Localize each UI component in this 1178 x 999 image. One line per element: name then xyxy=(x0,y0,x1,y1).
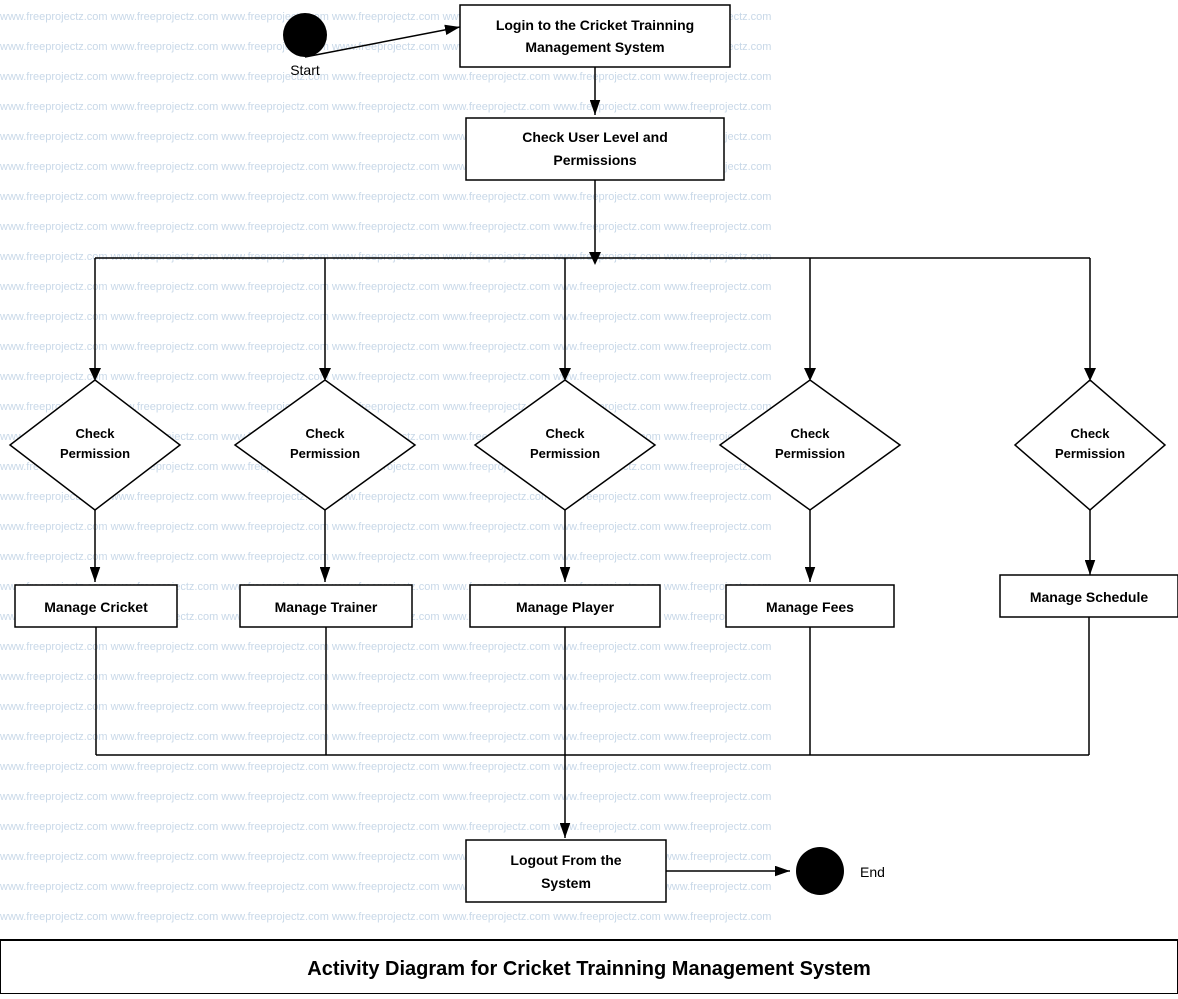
diamond2-text2: Permission xyxy=(290,446,360,461)
manage-cricket-text: Manage Cricket xyxy=(44,599,148,615)
logout-text-2: System xyxy=(541,875,591,891)
manage-trainer-text: Manage Trainer xyxy=(275,599,378,615)
wm18: www.freeprojectz.com www.freeprojectz.co… xyxy=(0,521,771,533)
check-level-text-2: Permissions xyxy=(553,152,636,168)
logout-box xyxy=(466,840,666,902)
wm19: www.freeprojectz.com www.freeprojectz.co… xyxy=(0,551,771,563)
login-text-2: Management System xyxy=(525,39,664,55)
wm27: www.freeprojectz.com www.freeprojectz.co… xyxy=(0,791,771,803)
diamond4-text2: Permission xyxy=(775,446,845,461)
end-circle xyxy=(796,847,844,895)
diamond4-text1: Check xyxy=(790,426,830,441)
wm9: www.freeprojectz.com www.freeprojectz.co… xyxy=(0,251,771,263)
title-text: Activity Diagram for Cricket Trainning M… xyxy=(307,958,871,980)
wm3: www.freeprojectz.com www.freeprojectz.co… xyxy=(0,71,771,83)
wm26: www.freeprojectz.com www.freeprojectz.co… xyxy=(0,761,771,773)
diamond1-text1: Check xyxy=(75,426,115,441)
wm23: www.freeprojectz.com www.freeprojectz.co… xyxy=(0,671,771,683)
start-circle xyxy=(283,13,327,57)
check-level-box xyxy=(466,118,724,180)
wm11: www.freeprojectz.com www.freeprojectz.co… xyxy=(0,311,771,323)
diamond5-text2: Permission xyxy=(1055,446,1125,461)
diamond5 xyxy=(1015,380,1165,510)
diamond3-text2: Permission xyxy=(530,446,600,461)
diagram-container: www.freeprojectz.com www.freeprojectz.co… xyxy=(0,0,1178,994)
diamond1-text2: Permission xyxy=(60,446,130,461)
start-label: Start xyxy=(290,62,320,78)
diamond2-text1: Check xyxy=(305,426,345,441)
diamond5-text1: Check xyxy=(1070,426,1110,441)
wm22: www.freeprojectz.com www.freeprojectz.co… xyxy=(0,641,771,653)
wm28: www.freeprojectz.com www.freeprojectz.co… xyxy=(0,821,771,833)
wm31: www.freeprojectz.com www.freeprojectz.co… xyxy=(0,911,771,923)
wm24: www.freeprojectz.com www.freeprojectz.co… xyxy=(0,701,771,713)
check-level-text-1: Check User Level and xyxy=(522,129,668,145)
login-text-1: Login to the Cricket Trainning xyxy=(496,17,694,33)
login-box xyxy=(460,5,730,67)
wm4: www.freeprojectz.com www.freeprojectz.co… xyxy=(0,101,771,113)
activity-diagram: www.freeprojectz.com www.freeprojectz.co… xyxy=(0,0,1178,994)
wm7: www.freeprojectz.com www.freeprojectz.co… xyxy=(0,191,771,203)
wm12: www.freeprojectz.com www.freeprojectz.co… xyxy=(0,341,771,353)
logout-text-1: Logout From the xyxy=(510,852,621,868)
manage-schedule-text: Manage Schedule xyxy=(1030,589,1148,605)
wm8: www.freeprojectz.com www.freeprojectz.co… xyxy=(0,221,771,233)
wm10: www.freeprojectz.com www.freeprojectz.co… xyxy=(0,281,771,293)
manage-fees-text: Manage Fees xyxy=(766,599,854,615)
manage-player-text: Manage Player xyxy=(516,599,615,615)
wm25: www.freeprojectz.com www.freeprojectz.co… xyxy=(0,731,771,743)
wm13: www.freeprojectz.com www.freeprojectz.co… xyxy=(0,371,771,383)
diamond3-text1: Check xyxy=(545,426,585,441)
end-label: End xyxy=(860,864,885,880)
arrowhead-b4 xyxy=(804,368,816,381)
